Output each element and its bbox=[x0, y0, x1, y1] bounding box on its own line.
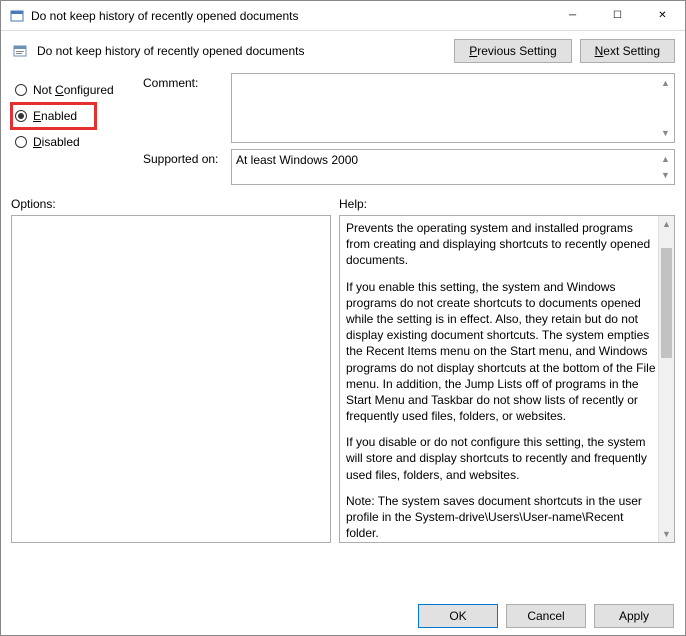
app-icon bbox=[9, 8, 25, 24]
scroll-down-icon: ▼ bbox=[658, 167, 673, 183]
scrollbar-thumb[interactable] bbox=[661, 248, 672, 358]
next-setting-button[interactable]: Next Setting bbox=[580, 39, 675, 63]
options-label: Options: bbox=[11, 197, 339, 211]
ok-button[interactable]: OK bbox=[418, 604, 498, 628]
policy-icon bbox=[11, 42, 29, 60]
help-text: If you disable or do not configure this … bbox=[346, 434, 656, 483]
help-text: Note: The system saves document shortcut… bbox=[346, 493, 656, 542]
radio-icon bbox=[15, 136, 27, 148]
scroll-down-icon: ▼ bbox=[659, 526, 674, 542]
comment-scrollbar[interactable]: ▲ ▼ bbox=[658, 75, 673, 141]
header-row: Do not keep history of recently opened d… bbox=[1, 31, 685, 69]
scroll-up-icon: ▲ bbox=[658, 75, 673, 91]
help-text: If you enable this setting, the system a… bbox=[346, 279, 656, 425]
supported-on-box: At least Windows 2000 ▲ ▼ bbox=[231, 149, 675, 185]
titlebar: Do not keep history of recently opened d… bbox=[1, 1, 685, 31]
help-scrollbar[interactable]: ▲ ▼ bbox=[658, 216, 674, 542]
maximize-button[interactable]: ☐ bbox=[595, 1, 640, 31]
cancel-button[interactable]: Cancel bbox=[506, 604, 586, 628]
state-radio-group: Not Configured Enabled Disabled bbox=[11, 73, 131, 185]
help-panel: Prevents the operating system and instal… bbox=[339, 215, 675, 543]
radio-not-configured[interactable]: Not Configured bbox=[11, 77, 131, 103]
radio-icon bbox=[15, 110, 27, 122]
radio-disabled[interactable]: Disabled bbox=[11, 129, 131, 155]
scroll-up-icon: ▲ bbox=[659, 216, 674, 232]
window-title: Do not keep history of recently opened d… bbox=[31, 9, 299, 23]
comment-textarea[interactable]: ▲ ▼ bbox=[231, 73, 675, 143]
help-text: Prevents the operating system and instal… bbox=[346, 220, 656, 269]
radio-enabled[interactable]: Enabled bbox=[11, 103, 96, 129]
radio-icon bbox=[15, 84, 27, 96]
supported-label: Supported on: bbox=[143, 149, 223, 166]
supported-on-value: At least Windows 2000 bbox=[236, 153, 358, 167]
apply-button[interactable]: Apply bbox=[594, 604, 674, 628]
supported-scrollbar: ▲ ▼ bbox=[658, 151, 673, 183]
scroll-up-icon: ▲ bbox=[658, 151, 673, 167]
minimize-button[interactable]: ─ bbox=[550, 1, 595, 31]
help-label: Help: bbox=[339, 197, 367, 211]
dialog-footer: OK Cancel Apply bbox=[418, 604, 674, 628]
scroll-down-icon: ▼ bbox=[658, 125, 673, 141]
comment-label: Comment: bbox=[143, 73, 223, 90]
close-button[interactable]: ✕ bbox=[640, 1, 685, 31]
options-panel bbox=[11, 215, 331, 543]
header-title: Do not keep history of recently opened d… bbox=[37, 44, 446, 58]
previous-setting-button[interactable]: Previous Setting bbox=[454, 39, 571, 63]
